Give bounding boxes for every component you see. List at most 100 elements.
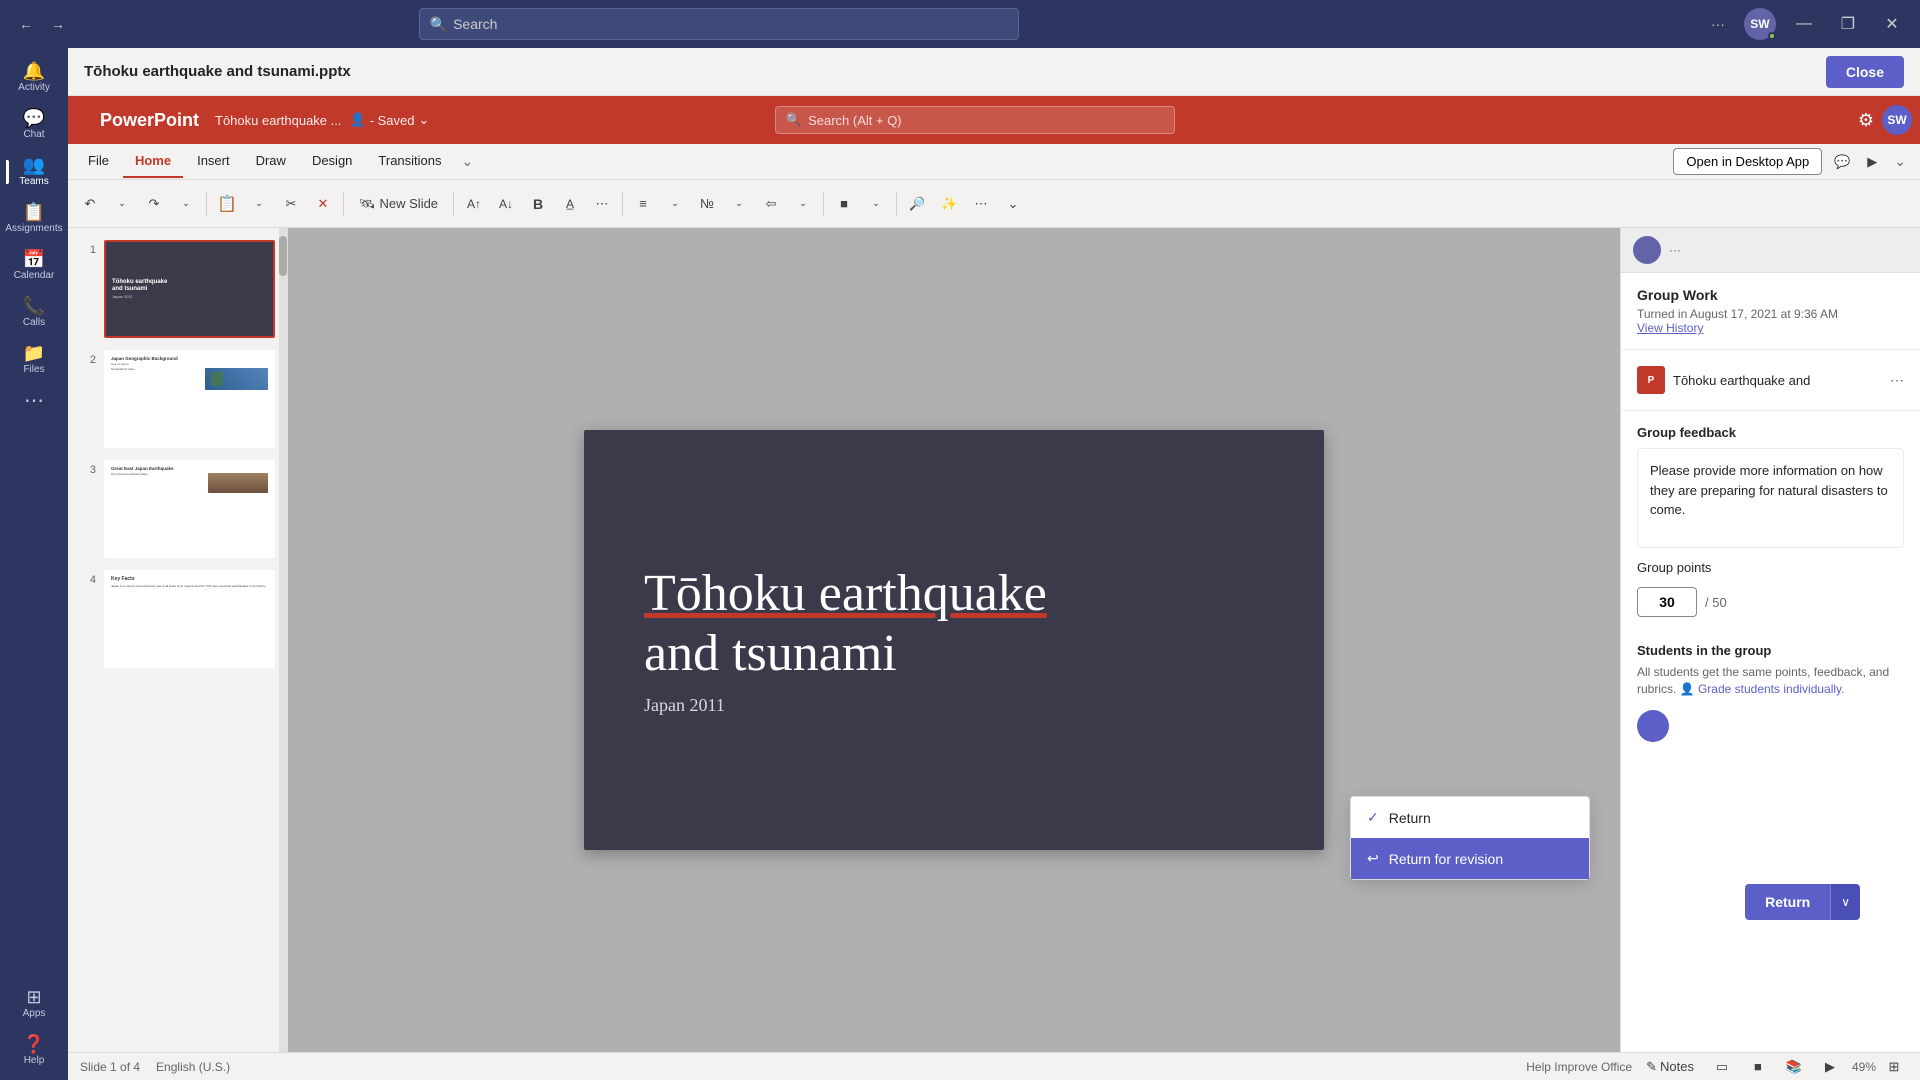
design-ideas-button[interactable]: ✨ <box>935 190 963 218</box>
more-options-button[interactable]: ··· <box>1704 10 1732 38</box>
toolbar-expand[interactable]: ⌄ <box>999 190 1027 218</box>
ppt-user-avatar[interactable]: SW <box>1882 105 1912 135</box>
align-button[interactable]: ⇦ <box>757 190 785 218</box>
title-bar: ← → 🔍 Search ··· SW — ❐ ✕ <box>0 0 1920 48</box>
delete-button[interactable]: ✕ <box>309 190 337 218</box>
bullets-button[interactable]: ≡ <box>629 190 657 218</box>
undo-button[interactable]: ↶ <box>76 190 104 218</box>
sidebar-item-chat[interactable]: 💬 Chat <box>6 103 62 146</box>
font-size-increase[interactable]: A↑ <box>460 190 488 218</box>
slide-img-3[interactable]: Great East Japan Earthquake The movement… <box>104 460 275 558</box>
redo-button[interactable]: ↷ <box>140 190 168 218</box>
toolbar-more[interactable]: ⋯ <box>967 190 995 218</box>
chevron-down-icon[interactable]: ⌄ <box>419 112 430 128</box>
file-name: Tōhoku earthquake and <box>1673 373 1882 388</box>
align-dropdown[interactable]: ⌄ <box>789 190 817 218</box>
tab-transitions[interactable]: Transitions <box>366 145 453 178</box>
close-button[interactable]: ✕ <box>1876 8 1908 40</box>
sidebar-item-assignments[interactable]: 📋 Assignments <box>6 197 62 240</box>
sidebar-item-more[interactable]: ⋯ <box>6 385 62 417</box>
apps-icon: ⊞ <box>26 988 41 1006</box>
slideshow-button[interactable]: ▶ <box>1816 1053 1844 1080</box>
new-slide-button[interactable]: 🛰 New Slide <box>350 191 447 217</box>
ppt-ribbon-header: ⁢⁢⁢ PowerPoint Tōhoku earthquake ... 👤 -… <box>68 96 1920 144</box>
normal-view-button[interactable]: ▭ <box>1708 1053 1736 1080</box>
teams-label: Teams <box>19 176 48 187</box>
cut-button[interactable]: ✂ <box>277 190 305 218</box>
return-main-button[interactable]: Return <box>1745 884 1830 920</box>
return-for-revision-option[interactable]: ↩ Return for revision <box>1351 838 1589 879</box>
sidebar-item-calendar[interactable]: 📅 Calendar <box>6 244 62 287</box>
shape-fill-button[interactable]: ■ <box>830 190 858 218</box>
feedback-text[interactable]: Please provide more information on how t… <box>1637 448 1904 548</box>
tab-design[interactable]: Design <box>300 145 364 178</box>
bullets-dropdown[interactable]: ⌄ <box>661 190 689 218</box>
gear-icon[interactable]: ⚙ <box>1858 110 1874 131</box>
search-bar[interactable]: 🔍 Search <box>419 8 1019 40</box>
sidebar-item-help[interactable]: ❓ Help <box>6 1029 62 1072</box>
forward-button[interactable]: → <box>44 10 72 38</box>
slide-thumbnail-3[interactable]: 3 Great East Japan Earthquake The moveme… <box>76 456 279 562</box>
ppt-search-bar[interactable]: 🔍 Search (Alt + Q) <box>775 106 1175 134</box>
turned-in-meta: Turned in August 17, 2021 at 9:36 AM <box>1637 307 1904 321</box>
tab-home[interactable]: Home <box>123 145 183 178</box>
grade-individual-link[interactable]: Grade students individually. <box>1698 682 1845 696</box>
points-row: Group points <box>1637 560 1904 575</box>
slide-thumbnail-1[interactable]: 1 Tōhoku earthquakeand tsunami Japan 201… <box>76 236 279 342</box>
fit-slide-button[interactable]: ⊞ <box>1880 1053 1908 1080</box>
paste-dropdown[interactable]: ⌄ <box>245 190 273 218</box>
shape-dropdown[interactable]: ⌄ <box>862 190 890 218</box>
language-info: English (U.S.) <box>156 1060 230 1074</box>
slide-img-4[interactable]: Key Facts Japan is a country surrounded … <box>104 570 275 668</box>
sidebar-item-apps[interactable]: ⊞ Apps <box>6 982 62 1025</box>
sidebar-item-activity[interactable]: 🔔 Activity <box>6 56 62 99</box>
bold-button[interactable]: B <box>524 190 552 218</box>
return-chevron-button[interactable]: ∨ <box>1830 884 1860 920</box>
sidebar-item-teams[interactable]: 👥 Teams <box>6 150 62 193</box>
paste-button[interactable]: 📋 <box>213 190 241 218</box>
right-panel-top: ··· <box>1621 228 1920 273</box>
comment-button[interactable]: 💬 <box>1828 148 1856 176</box>
waffle-menu-icon[interactable]: ⁢⁢⁢ <box>76 106 84 135</box>
font-color-button[interactable]: A̲ <box>556 190 584 218</box>
slide-img-1[interactable]: Tōhoku earthquakeand tsunami Japan 2011 <box>104 240 275 338</box>
slide-thumbnail-4[interactable]: 4 Key Facts Japan is a country surrounde… <box>76 566 279 672</box>
open-desktop-button[interactable]: Open in Desktop App <box>1673 148 1822 175</box>
present-button[interactable]: ▶ <box>1858 148 1886 176</box>
user-avatar[interactable]: SW <box>1744 8 1776 40</box>
help-improve-text[interactable]: Help Improve Office <box>1526 1060 1632 1074</box>
undo-dropdown[interactable]: ⌄ <box>108 190 136 218</box>
font-size-decrease[interactable]: A↓ <box>492 190 520 218</box>
points-input[interactable] <box>1637 587 1697 617</box>
back-button[interactable]: ← <box>12 10 40 38</box>
ppt-brand-label: PowerPoint <box>92 110 207 131</box>
file-more-button[interactable]: ⋯ <box>1890 372 1904 389</box>
minimize-button[interactable]: — <box>1788 8 1820 40</box>
view-history-link[interactable]: View History <box>1637 321 1904 335</box>
ribbon-more-button[interactable]: ⌄ <box>1888 149 1912 174</box>
slide-canvas[interactable]: Tōhoku earthquake and tsunami Japan 2011 <box>584 430 1324 850</box>
main-layout: 🔔 Activity 💬 Chat 👥 Teams 📋 Assignments … <box>0 48 1920 1080</box>
redo-dropdown[interactable]: ⌄ <box>172 190 200 218</box>
tab-draw[interactable]: Draw <box>244 145 298 178</box>
sidebar-item-files[interactable]: 📁 Files <box>6 338 62 381</box>
return-option[interactable]: ✓ Return <box>1351 797 1589 838</box>
ribbon-toolbar: ↶ ⌄ ↷ ⌄ 📋 ⌄ ✂ ✕ 🛰 New Slide A↑ A↓ B A̲ <box>68 180 1920 228</box>
slide-sorter-button[interactable]: ■ <box>1744 1053 1772 1080</box>
numbering-dropdown[interactable]: ⌄ <box>725 190 753 218</box>
tabs-more-icon[interactable]: ⌄ <box>456 149 480 174</box>
maximize-button[interactable]: ❐ <box>1832 8 1864 40</box>
check-icon: ✓ <box>1367 809 1379 826</box>
reading-view-button[interactable]: 📚 <box>1780 1053 1808 1080</box>
notes-button[interactable]: ✎ Notes <box>1640 1053 1700 1080</box>
slide-thumbnail-2[interactable]: 2 Japan Geographic Background Sea of Jap… <box>76 346 279 452</box>
feedback-section: Group feedback Please provide more infor… <box>1621 411 1920 631</box>
sidebar-item-calls[interactable]: 📞 Calls <box>6 291 62 334</box>
tab-insert[interactable]: Insert <box>185 145 242 178</box>
close-button[interactable]: Close <box>1826 56 1904 88</box>
more-formatting[interactable]: ⋯ <box>588 190 616 218</box>
numbering-button[interactable]: № <box>693 190 721 218</box>
slide-img-2[interactable]: Japan Geographic Background Sea of Japan… <box>104 350 275 448</box>
tab-file[interactable]: File <box>76 145 121 178</box>
find-button[interactable]: 🔎 <box>903 190 931 218</box>
